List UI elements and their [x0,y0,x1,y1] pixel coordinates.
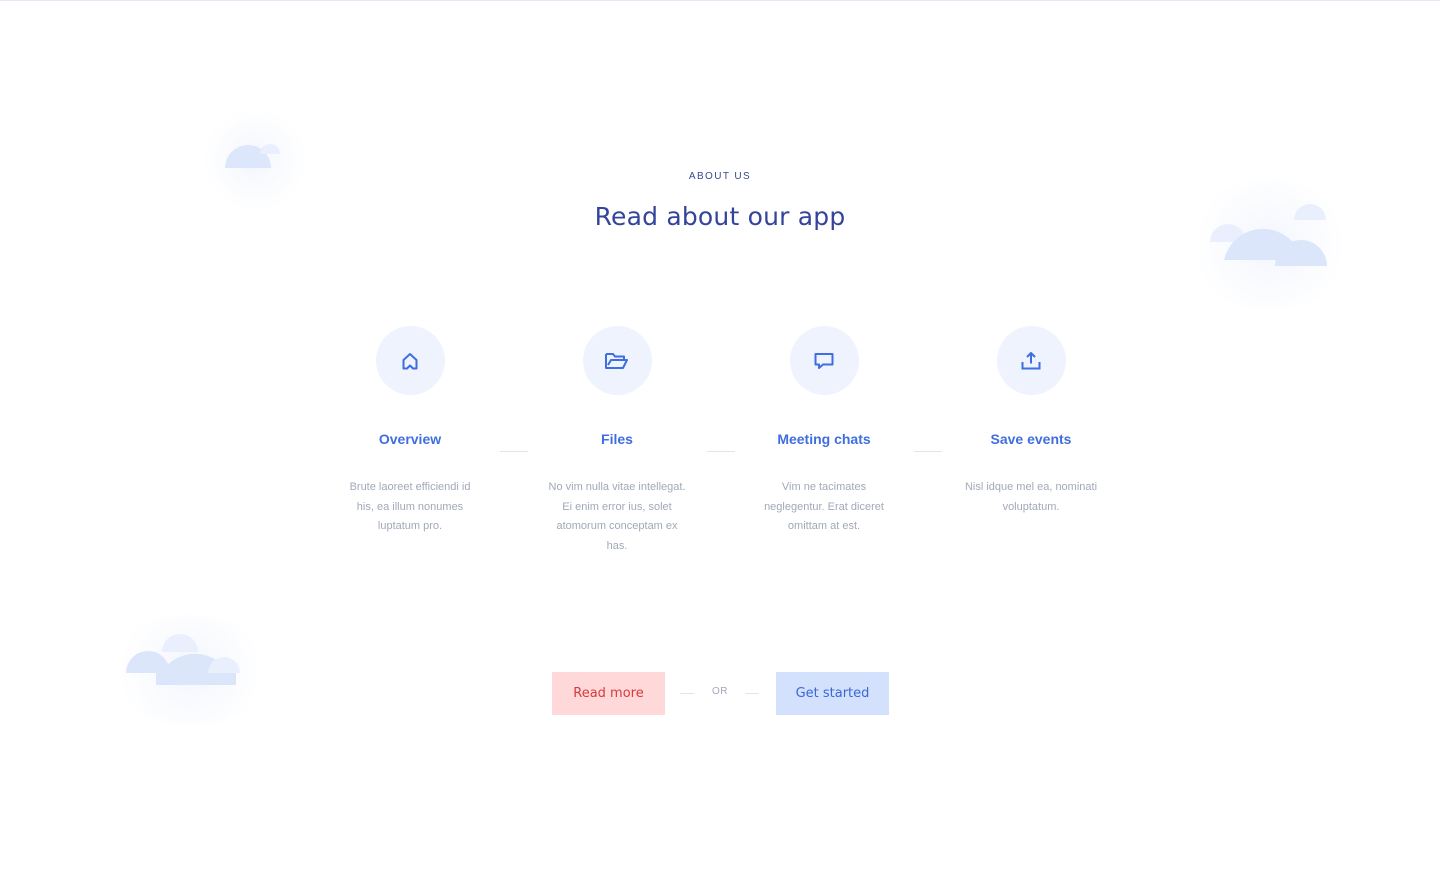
feature-description: Nisl idque mel ea, nominati voluptatum. [964,481,1098,513]
get-started-button[interactable]: Get started [776,672,889,715]
feature-description: Vim ne tacimates neglegentur. Erat dicer… [764,481,884,532]
feature-title: Meeting chats [777,431,871,447]
feature-title: Save events [990,431,1072,447]
about-section: ABOUT US Read about our app Overview Bru… [0,0,1440,886]
feature-icon-circle [789,326,859,395]
read-more-button[interactable]: Read more [552,672,665,715]
feature-files: Files No vim nulla vitae intellegat. Ei … [542,326,692,556]
feature-icon-circle [996,326,1066,395]
section-eyebrow: ABOUT US [688,171,752,182]
feature-connector [914,451,942,452]
feature-save-events: Save events Nisl idque mel ea, nominati … [956,326,1106,517]
feature-list: Overview Brute laoreet efficiendi id his… [0,326,1440,566]
feature-title: Files [601,431,633,447]
feature-title: Overview [378,431,442,447]
or-divider-left [680,693,694,694]
home-icon [402,352,418,369]
feature-connector [707,451,735,452]
cta-group: Read more OR Get started [0,672,1440,715]
or-divider-right [745,693,759,694]
feature-description: No vim nulla vitae intellegat. Ei enim e… [548,481,686,552]
top-divider [0,0,1440,1]
upload-icon [1021,351,1041,369]
feature-meeting-chats: Meeting chats Vim ne tacimates neglegent… [749,326,899,537]
chat-icon [814,352,834,369]
feature-description: Brute laoreet efficiendi id his, ea illu… [349,481,471,532]
feature-icon-circle [582,326,652,395]
or-label: OR [712,686,728,697]
feature-connector [500,451,528,452]
section-heading: Read about our app [594,202,846,231]
folder-icon [605,352,628,369]
feature-overview: Overview Brute laoreet efficiendi id his… [335,326,485,537]
cloud-top-left-icon [225,144,280,168]
feature-icon-circle [375,326,445,395]
